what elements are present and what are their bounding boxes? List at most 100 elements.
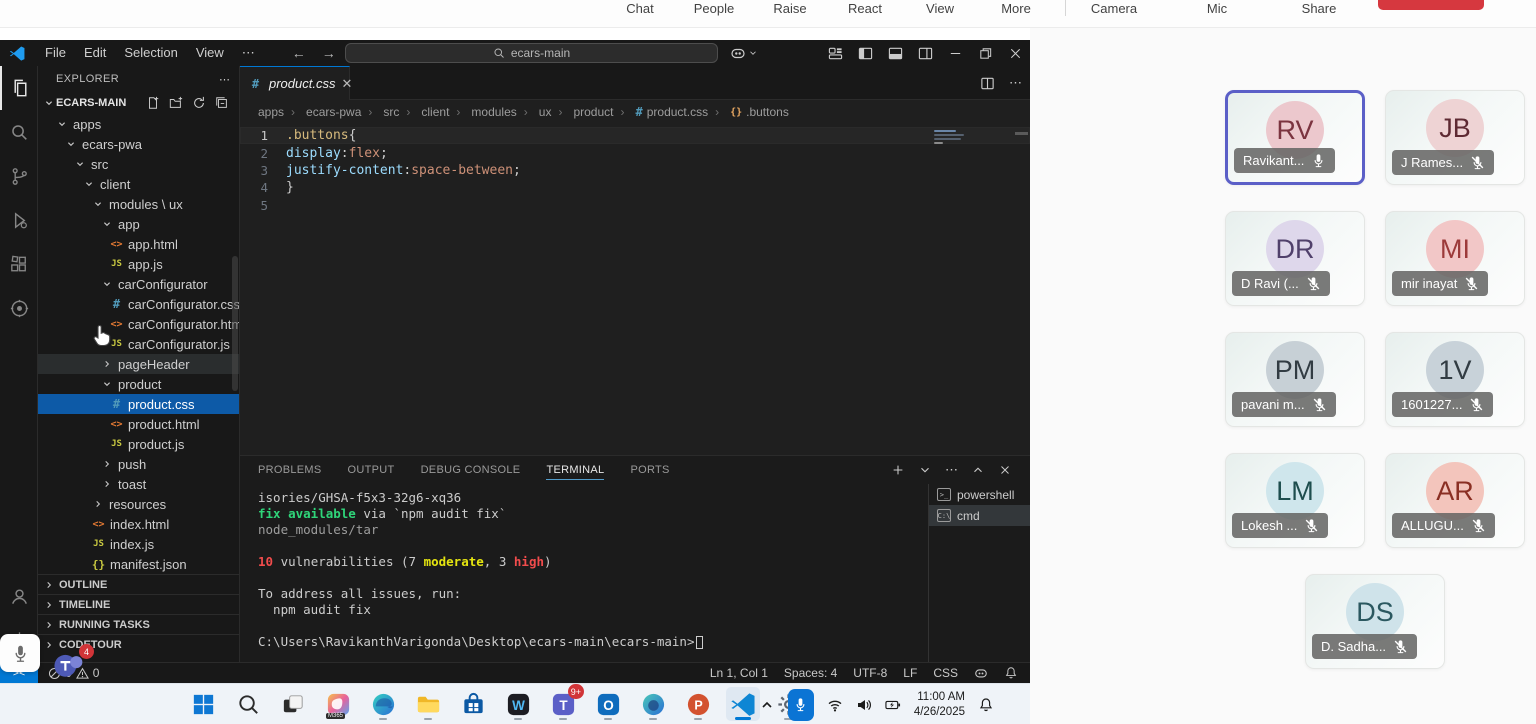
copilot-status-icon[interactable] — [974, 666, 988, 680]
tree-item-src[interactable]: src — [38, 154, 239, 174]
tree-item-app-js[interactable]: JS app.js — [38, 254, 239, 274]
panel-tab-problems[interactable]: PROBLEMS — [258, 464, 322, 476]
tree-item-toast[interactable]: toast — [38, 474, 239, 494]
tree-item-manifest-json[interactable]: {} manifest.json — [38, 554, 239, 574]
tree-item-client[interactable]: client — [38, 174, 239, 194]
tree-item-pageheader[interactable]: pageHeader — [38, 354, 239, 374]
new-folder-icon[interactable] — [169, 96, 183, 110]
breadcrumb-product-css[interactable]: #product.css — [613, 105, 708, 119]
project-root-row[interactable]: ECARS-MAIN — [38, 92, 239, 114]
status-spaces-4[interactable]: Spaces: 4 — [784, 666, 837, 680]
tray-chevron-up-icon[interactable] — [759, 697, 775, 713]
new-file-icon[interactable] — [146, 96, 160, 110]
customize-layout-icon[interactable] — [820, 40, 850, 66]
taskbar-file-explorer-icon[interactable] — [411, 687, 445, 721]
command-center-search[interactable]: ecars-main — [345, 43, 718, 63]
taskbar-edge-profile-icon[interactable] — [636, 687, 670, 721]
status-utf-8[interactable]: UTF-8 — [853, 666, 887, 680]
tree-item-resources[interactable]: resources — [38, 494, 239, 514]
activity-run-debug-icon[interactable] — [0, 198, 38, 242]
tree-item-push[interactable]: push — [38, 454, 239, 474]
minimap[interactable] — [934, 130, 968, 146]
section-running-tasks[interactable]: RUNNING TASKS — [38, 614, 239, 634]
tree-item-product-html[interactable]: <> product.html — [38, 414, 239, 434]
activity-accounts-icon[interactable] — [0, 574, 38, 618]
toolbar-chat[interactable]: Chat — [626, 1, 653, 16]
tree-item-ecars-pwa[interactable]: ecars-pwa — [38, 134, 239, 154]
tray-notifications-icon[interactable] — [978, 697, 994, 713]
wifi-icon[interactable] — [827, 697, 843, 713]
participant-tile-dr[interactable]: DR D Ravi (... — [1225, 211, 1365, 306]
breadcrumb-client[interactable]: client — [399, 105, 449, 119]
forward-icon[interactable]: → — [322, 45, 336, 61]
breadcrumb-ecars-pwa[interactable]: ecars-pwa — [284, 105, 361, 119]
tab-product-css[interactable]: # product.css ✕ — [240, 66, 352, 100]
maximize-panel-icon[interactable] — [971, 463, 985, 477]
battery-charging-icon[interactable] — [885, 697, 901, 713]
toolbar-mic[interactable]: Mic — [1207, 1, 1227, 16]
explorer-more-icon[interactable]: ⋯ — [219, 73, 231, 86]
breadcrumb-modules[interactable]: modules — [449, 105, 516, 119]
tree-item-product-js[interactable]: JS product.js — [38, 434, 239, 454]
tray-clock[interactable]: 11:00 AM 4/26/2025 — [914, 690, 965, 719]
toolbar-view[interactable]: View — [926, 1, 954, 16]
sidebar-scrollbar[interactable] — [232, 256, 238, 391]
panel-more-icon[interactable]: ⋯ — [945, 462, 958, 478]
tray-mic-active-button[interactable] — [787, 688, 814, 721]
new-terminal-icon[interactable] — [891, 463, 905, 477]
activity-explorer-icon[interactable] — [0, 66, 38, 110]
toolbar-raise[interactable]: Raise — [773, 1, 806, 16]
status-css[interactable]: CSS — [933, 666, 958, 680]
toolbar-react[interactable]: React — [848, 1, 882, 16]
participant-tile-jb[interactable]: JB J Rames... — [1385, 90, 1525, 185]
participant-tile-lm[interactable]: LM Lokesh ... — [1225, 453, 1365, 548]
tree-item-app[interactable]: app — [38, 214, 239, 234]
breadcrumb-product[interactable]: product — [551, 105, 613, 119]
share-mic-overlay[interactable] — [0, 634, 40, 672]
code-area[interactable]: 1 .buttons {2 display: flex; 3 justify-con… — [240, 124, 1030, 455]
breadcrumb-apps[interactable]: apps — [258, 105, 284, 119]
breadcrumb-src[interactable]: src — [361, 105, 399, 119]
participant-tile-mi[interactable]: MI mir inayat — [1385, 211, 1525, 306]
participant-tile-rv[interactable]: RV Ravikant... — [1225, 90, 1365, 185]
minimize-button[interactable] — [940, 40, 970, 66]
tree-item-carconfigurator-css[interactable]: # carConfigurator.css — [38, 294, 239, 314]
tree-item-app-html[interactable]: <> app.html — [38, 234, 239, 254]
taskbar-task-view-icon[interactable] — [276, 687, 310, 721]
panel-tab-output[interactable]: OUTPUT — [348, 464, 395, 476]
leave-button[interactable] — [1378, 0, 1484, 10]
panel-tab-terminal[interactable]: TERMINAL — [546, 464, 605, 480]
toolbar-people[interactable]: People — [694, 1, 734, 16]
teams-notification-overlay[interactable]: 4 — [52, 644, 94, 684]
close-panel-icon[interactable] — [998, 463, 1012, 477]
section-outline[interactable]: OUTLINE — [38, 574, 239, 594]
restore-button[interactable] — [970, 40, 1000, 66]
tree-item-apps[interactable]: apps — [38, 114, 239, 134]
activity-search-icon[interactable] — [0, 110, 38, 154]
panel-tab-debug-console[interactable]: DEBUG CONSOLE — [421, 464, 521, 476]
terminal-dropdown-icon[interactable] — [918, 463, 932, 477]
status-lf[interactable]: LF — [903, 666, 917, 680]
tree-item-index-html[interactable]: <> index.html — [38, 514, 239, 534]
activity-extensions-icon[interactable] — [0, 242, 38, 286]
tree-item-product[interactable]: product — [38, 374, 239, 394]
toggle-sidebar-icon[interactable] — [850, 40, 880, 66]
participant-tile-1v[interactable]: 1V 1601227... — [1385, 332, 1525, 427]
taskbar-w-app-icon[interactable]: W — [501, 687, 535, 721]
taskbar-copilot-icon[interactable]: M365 — [321, 687, 355, 721]
taskbar-vscode-icon[interactable] — [726, 687, 760, 721]
activity-source-control-icon[interactable] — [0, 154, 38, 198]
taskbar-start-icon[interactable] — [186, 687, 220, 721]
taskbar-powerpoint-icon[interactable]: P — [681, 687, 715, 721]
shell-cmd[interactable]: C:\ cmd — [929, 505, 1030, 526]
copilot-menu[interactable] — [730, 40, 758, 66]
tree-item-product-css[interactable]: # product.css — [38, 394, 239, 414]
refresh-icon[interactable] — [192, 96, 206, 110]
toolbar-camera[interactable]: Camera — [1091, 1, 1137, 16]
status-ln-1-col-1[interactable]: Ln 1, Col 1 — [710, 666, 768, 680]
activity-codetour-icon[interactable] — [0, 286, 38, 330]
taskbar-store-icon[interactable] — [456, 687, 490, 721]
taskbar-outlook-icon[interactable]: O — [591, 687, 625, 721]
close-button[interactable] — [1000, 40, 1030, 66]
section-timeline[interactable]: TIMELINE — [38, 594, 239, 614]
